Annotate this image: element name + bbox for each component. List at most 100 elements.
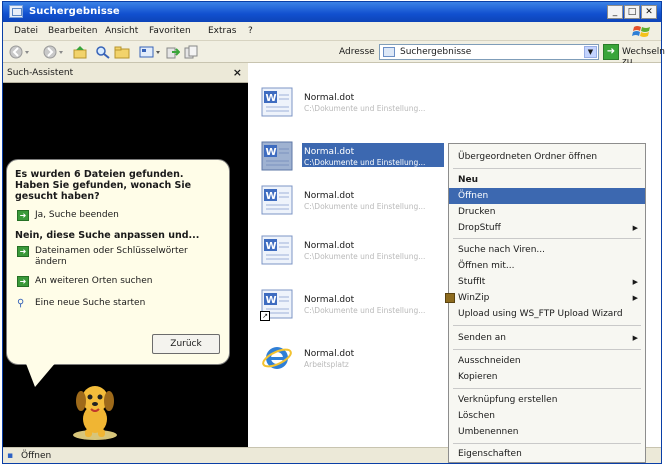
- submenu-arrow-icon: ▶: [632, 224, 638, 232]
- menu-ws-ftp-upload[interactable]: Upload using WS_FTP Upload Wizard: [449, 306, 645, 322]
- assistant-bubble: Es wurden 6 Dateien gefunden. Haben Sie …: [6, 159, 230, 365]
- menu-open-parent-folder[interactable]: Übergeordneten Ordner öffnen: [449, 149, 645, 165]
- result-name: Normal.dot: [304, 147, 355, 157]
- menu-new[interactable]: Neu: [449, 172, 645, 188]
- menu-cut[interactable]: Ausschneiden: [449, 353, 645, 369]
- result-item[interactable]: W Normal.dot C:\Dokumente und Einstellun…: [256, 83, 456, 123]
- word-template-icon: W: [261, 185, 293, 215]
- new-search-link[interactable]: ⚲ Eine neue Suche starten: [15, 298, 221, 309]
- svg-text:W: W: [266, 93, 277, 104]
- new-search-label: Eine neue Suche starten: [35, 298, 146, 308]
- menu-stuffit[interactable]: StuffIt ▶: [449, 274, 645, 290]
- menu-properties[interactable]: Eigenschaften: [449, 446, 645, 462]
- menu-delete[interactable]: Löschen: [449, 408, 645, 424]
- menu-send-to-label: Senden an: [458, 333, 506, 343]
- copy-to-icon[interactable]: [184, 45, 198, 59]
- pane-close-button[interactable]: ×: [233, 66, 242, 79]
- menu-ansicht[interactable]: Ansicht: [105, 26, 138, 36]
- result-name: Normal.dot: [304, 349, 355, 359]
- chevron-down-icon[interactable]: ▼: [584, 46, 597, 58]
- word-template-icon: W: [261, 235, 293, 265]
- menu-winzip[interactable]: WinZip ▶: [445, 290, 645, 306]
- back-icon[interactable]: [9, 45, 41, 59]
- result-path: C:\Dokumente und Einstellung...: [304, 202, 426, 211]
- menu-separator: [453, 388, 641, 389]
- shortcut-arrow-icon: ↗: [260, 311, 270, 321]
- status-file-icon: ▪: [7, 451, 14, 461]
- up-folder-icon[interactable]: [73, 45, 87, 59]
- menu-help[interactable]: ?: [248, 26, 253, 36]
- back-button[interactable]: Zurück: [152, 334, 220, 354]
- menu-copy[interactable]: Kopieren: [449, 369, 645, 385]
- pane-header: Such-Assistent ×: [3, 63, 248, 83]
- submenu-arrow-icon: ▶: [632, 334, 638, 342]
- menu-dropstuff[interactable]: DropStuff ▶: [449, 220, 645, 236]
- menu-extras[interactable]: Extras: [208, 26, 236, 36]
- menu-bar: Datei Bearbeiten Ansicht Favoriten Extra…: [3, 22, 661, 41]
- menu-separator: [453, 443, 641, 444]
- finish-search-label: Ja, Suche beenden: [35, 210, 119, 220]
- result-item[interactable]: Normal.dot Arbeitsplatz: [256, 339, 456, 379]
- windows-logo-icon: [632, 26, 650, 37]
- toolbar: Adresse Suchergebnisse ▼ ➜ Wechseln zu: [3, 41, 665, 67]
- search-icon[interactable]: [95, 45, 111, 59]
- menu-separator: [453, 168, 641, 169]
- winzip-icon: [445, 293, 455, 303]
- window-title: Suchergebnisse: [29, 6, 120, 17]
- close-button[interactable]: ✕: [641, 5, 657, 19]
- internet-explorer-icon: [262, 347, 292, 369]
- menu-create-shortcut[interactable]: Verknüpfung erstellen: [449, 392, 645, 408]
- green-arrow-icon: ➜: [17, 276, 29, 287]
- result-path: C:\Dokumente und Einstellung...: [304, 104, 426, 113]
- menu-datei[interactable]: Datei: [14, 26, 38, 36]
- menu-open-with[interactable]: Öffnen mit...: [449, 258, 645, 274]
- move-to-icon[interactable]: [166, 45, 180, 59]
- svg-text:W: W: [266, 241, 277, 252]
- menu-favoriten[interactable]: Favoriten: [149, 26, 191, 36]
- result-item[interactable]: W Normal.dot C:\Dokumente und Einstellun…: [256, 231, 456, 271]
- finish-search-link[interactable]: ➜ Ja, Suche beenden: [15, 210, 221, 221]
- svg-text:W: W: [266, 295, 277, 306]
- submenu-arrow-icon: ▶: [632, 278, 638, 286]
- change-filename-label: Dateinamen oder Schlüsselwörter ändern: [35, 246, 188, 267]
- menu-separator: [453, 325, 641, 326]
- result-path: Arbeitsplatz: [304, 360, 349, 369]
- menu-rename[interactable]: Umbenennen: [449, 424, 645, 440]
- svg-text:W: W: [266, 147, 277, 158]
- address-label: Adresse: [339, 47, 375, 57]
- result-name: Normal.dot: [304, 295, 355, 305]
- menu-winzip-label: WinZip: [458, 293, 490, 303]
- result-item-selected[interactable]: W Normal.dot C:\Dokumente und Einstellun…: [256, 137, 456, 177]
- search-dog-icon: [73, 386, 117, 440]
- go-arrow-icon[interactable]: ➜: [603, 44, 619, 60]
- svg-text:W: W: [266, 191, 277, 202]
- menu-separator: [453, 238, 641, 239]
- menu-print[interactable]: Drucken: [449, 204, 645, 220]
- menu-separator: [453, 349, 641, 350]
- maximize-button[interactable]: □: [624, 5, 640, 19]
- change-filename-link[interactable]: ➜ Dateinamen oder Schlüsselwörter ändern: [15, 246, 221, 268]
- menu-bearbeiten[interactable]: Bearbeiten: [48, 26, 97, 36]
- result-name: Normal.dot: [304, 93, 355, 103]
- address-bar[interactable]: Suchergebnisse ▼: [379, 44, 599, 60]
- bubble-tail: [25, 361, 57, 387]
- folders-icon[interactable]: [114, 45, 130, 59]
- menu-open[interactable]: Öffnen: [449, 188, 645, 204]
- result-item[interactable]: W ↗ Normal.dot C:\Dokumente und Einstell…: [256, 285, 456, 325]
- menu-virus-scan[interactable]: Suche nach Viren...: [449, 242, 645, 258]
- menu-stuffit-label: StuffIt: [458, 277, 486, 287]
- title-bar[interactable]: Suchergebnisse _ □ ✕: [3, 2, 661, 22]
- green-arrow-icon: ➜: [17, 210, 29, 221]
- result-path: C:\Dokumente und Einstellung...: [304, 306, 426, 315]
- result-path: C:\Dokumente und Einstellung...: [304, 158, 426, 167]
- context-menu: Übergeordneten Ordner öffnen Neu Öffnen …: [445, 143, 646, 463]
- result-item[interactable]: W Normal.dot C:\Dokumente und Einstellun…: [256, 181, 456, 221]
- minimize-button[interactable]: _: [607, 5, 623, 19]
- views-icon[interactable]: [139, 45, 163, 59]
- forward-icon[interactable]: [43, 45, 69, 59]
- search-assistant-pane: Such-Assistent × Es wurden 6 Dateien gef…: [3, 63, 248, 447]
- search-more-locations-link[interactable]: ➜ An weiteren Orten suchen: [15, 276, 221, 287]
- menu-send-to[interactable]: Senden an ▶: [449, 330, 645, 346]
- results-found-heading: Es wurden 6 Dateien gefunden. Haben Sie …: [15, 169, 192, 202]
- status-text: Öffnen: [21, 451, 52, 461]
